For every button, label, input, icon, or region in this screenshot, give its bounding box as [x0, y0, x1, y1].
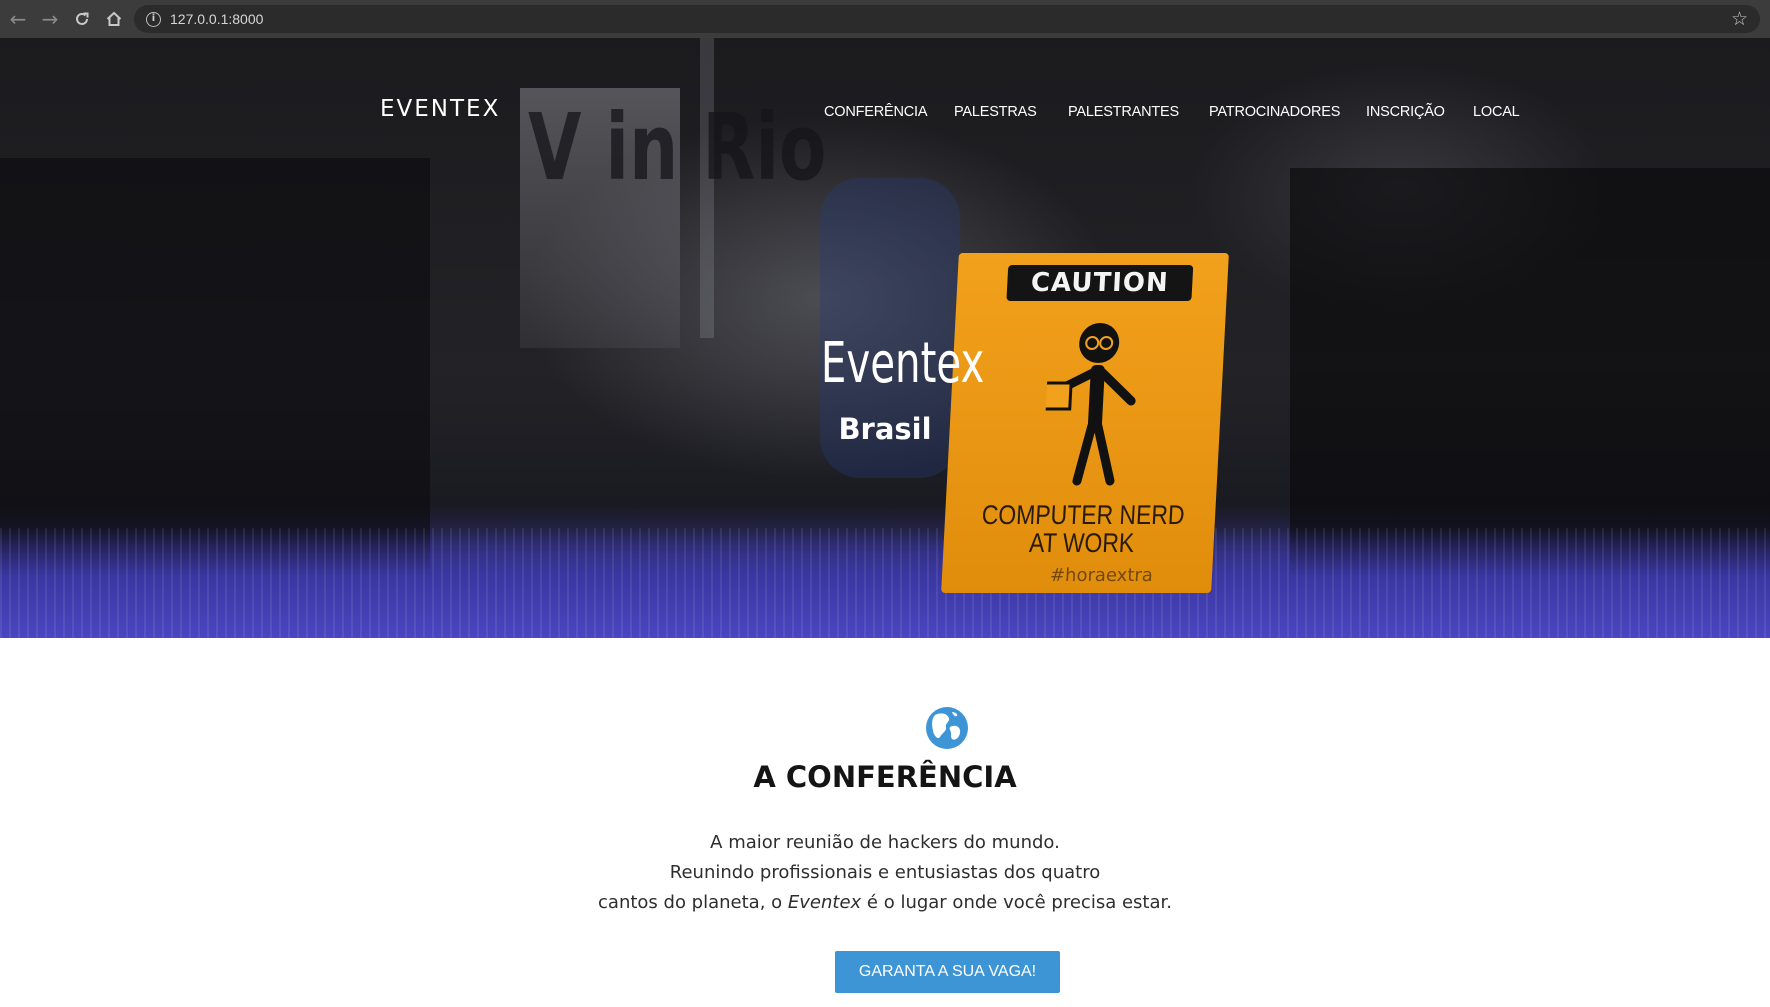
home-icon-glyph [106, 11, 122, 26]
nav-conferencia[interactable]: CONFERÊNCIA [824, 104, 928, 120]
cta-button[interactable]: GARANTA A SUA VAGA! [835, 951, 1060, 993]
forward-icon[interactable]: → [34, 0, 66, 38]
browser-toolbar: ← → i 127.0.0.1:8000 ☆ [0, 0, 1770, 38]
url-text[interactable]: 127.0.0.1:8000 [170, 11, 263, 27]
reload-icon-glyph [76, 12, 89, 25]
description-line-3-start: cantos do planeta, o [598, 892, 788, 913]
home-icon[interactable] [98, 0, 130, 38]
hero-bg-floor [0, 528, 1770, 638]
caution-sign-tag: #horaextra [1049, 565, 1154, 586]
hero-title: Eventex [820, 331, 985, 396]
reload-icon[interactable] [66, 0, 98, 38]
globe-icon [926, 707, 968, 749]
section-title: A CONFERÊNCIA [753, 760, 1017, 794]
nav-inscricao[interactable]: INSCRIÇÃO [1366, 104, 1445, 120]
hero-subtitle: Brasil [838, 412, 932, 446]
caution-sign-line1: COMPUTER NERD [981, 500, 1186, 530]
description-emphasis: Eventex [787, 892, 862, 913]
description-line-2: Reunindo profissionais e entusiastas dos… [669, 862, 1101, 883]
description-line-3-end: é o lugar onde você precisa estar. [861, 892, 1172, 913]
description-line-3: cantos do planeta, o Eventex é o lugar o… [0, 888, 1770, 918]
site-logo[interactable]: EVENTEX [380, 96, 500, 122]
caution-sign-line2: AT WORK [1028, 528, 1135, 558]
hero-bg-banner-text: V in Rio [528, 94, 827, 201]
back-icon[interactable]: ← [2, 0, 34, 38]
caution-sign-text: COMPUTER NERD AT WORK [979, 500, 1186, 558]
section-description: A maior reunião de hackers do mundo. Reu… [0, 828, 1770, 918]
nav-palestrantes[interactable]: PALESTRANTES [1068, 104, 1179, 120]
info-icon[interactable]: i [146, 11, 161, 27]
hero-section: V in Rio CAUTION COMPUTER NERD AT WORK #… [0, 38, 1770, 638]
description-line-1: A maior reunião de hackers do mundo. [710, 832, 1060, 853]
nav-patrocinadores[interactable]: PATROCINADORES [1209, 104, 1340, 120]
nav-local[interactable]: LOCAL [1473, 104, 1520, 120]
nav-palestras[interactable]: PALESTRAS [954, 104, 1037, 120]
star-icon[interactable]: ☆ [1731, 8, 1748, 30]
address-bar[interactable]: i 127.0.0.1:8000 ☆ [134, 5, 1760, 33]
caution-sign-header: CAUTION [1006, 265, 1194, 301]
